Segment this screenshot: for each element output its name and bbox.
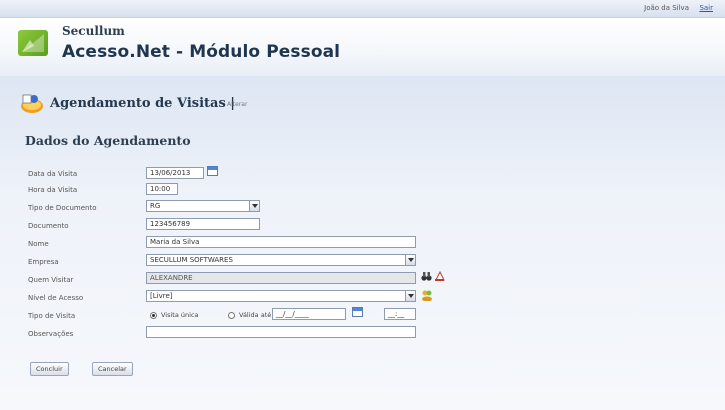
top-bar: João da Silva Sair	[0, 0, 725, 18]
logout-link[interactable]: Sair	[699, 4, 713, 12]
nivel-acesso-select[interactable]: [Livre]	[146, 290, 416, 302]
app-header: Secullum Acesso.Net - Módulo Pessoal	[0, 18, 725, 76]
tipo-documento-value: RG	[150, 202, 161, 210]
observacoes-input[interactable]	[146, 326, 416, 338]
visita-unica-label: Visita única	[161, 311, 199, 319]
chevron-down-icon[interactable]	[405, 255, 415, 265]
page-subtitle: Alterar	[227, 101, 248, 108]
quem-visitar-input: ALEXANDRE	[146, 272, 416, 284]
section-title: Dados do Agendamento	[25, 133, 191, 148]
empresa-select[interactable]: SECULLUM SOFTWARES	[146, 254, 416, 266]
cancelar-button[interactable]: Cancelar	[92, 362, 133, 376]
valida-ate-time-input[interactable]: __:__	[384, 308, 416, 320]
hora-visita-input[interactable]: 10:00	[146, 183, 178, 195]
observacoes-label: Observações	[28, 330, 74, 338]
valida-ate-radio[interactable]	[228, 312, 235, 319]
nome-input[interactable]: Maria da Silva	[146, 236, 416, 248]
tipo-documento-select[interactable]: RG	[146, 200, 260, 212]
main-content: Agendamento de Visitas | Alterar Dados d…	[0, 76, 725, 410]
calendar-person-icon	[21, 94, 43, 113]
nome-label: Nome	[28, 240, 49, 248]
nivel-acesso-value: [Livre]	[150, 292, 173, 300]
visita-unica-radio[interactable]	[150, 312, 157, 319]
quem-visitar-label: Quem Visitar	[28, 276, 74, 284]
hora-visita-label: Hora da Visita	[28, 186, 78, 194]
app-title: Acesso.Net - Módulo Pessoal	[62, 42, 341, 62]
nivel-acesso-label: Nível de Acesso	[28, 294, 84, 302]
calendar-icon[interactable]	[352, 307, 363, 317]
page-title: Agendamento de Visitas |	[50, 96, 236, 111]
data-visita-label: Data da Visita	[28, 170, 78, 178]
user-name: João da Silva	[644, 4, 689, 12]
calendar-icon[interactable]	[207, 166, 218, 176]
documento-label: Documento	[28, 222, 69, 230]
brand-name: Secullum	[62, 24, 125, 38]
people-icon[interactable]	[421, 289, 433, 301]
chevron-down-icon[interactable]	[405, 291, 415, 301]
valida-ate-date-input[interactable]: __/__/____	[272, 308, 346, 320]
chevron-down-icon[interactable]	[249, 201, 259, 211]
data-visita-input[interactable]: 13/06/2013	[146, 167, 204, 179]
empresa-label: Empresa	[28, 258, 59, 266]
eraser-icon[interactable]	[434, 271, 445, 282]
concluir-button[interactable]: Concluir	[30, 362, 69, 376]
binoculars-icon[interactable]	[421, 271, 432, 282]
tipo-documento-label: Tipo de Documento	[28, 204, 97, 212]
documento-input[interactable]: 123456789	[146, 218, 260, 230]
empresa-value: SECULLUM SOFTWARES	[150, 256, 233, 264]
tipo-visita-label: Tipo de Visita	[28, 312, 76, 320]
secullum-logo-icon	[18, 30, 48, 56]
valida-ate-label: Válida até	[239, 311, 272, 319]
